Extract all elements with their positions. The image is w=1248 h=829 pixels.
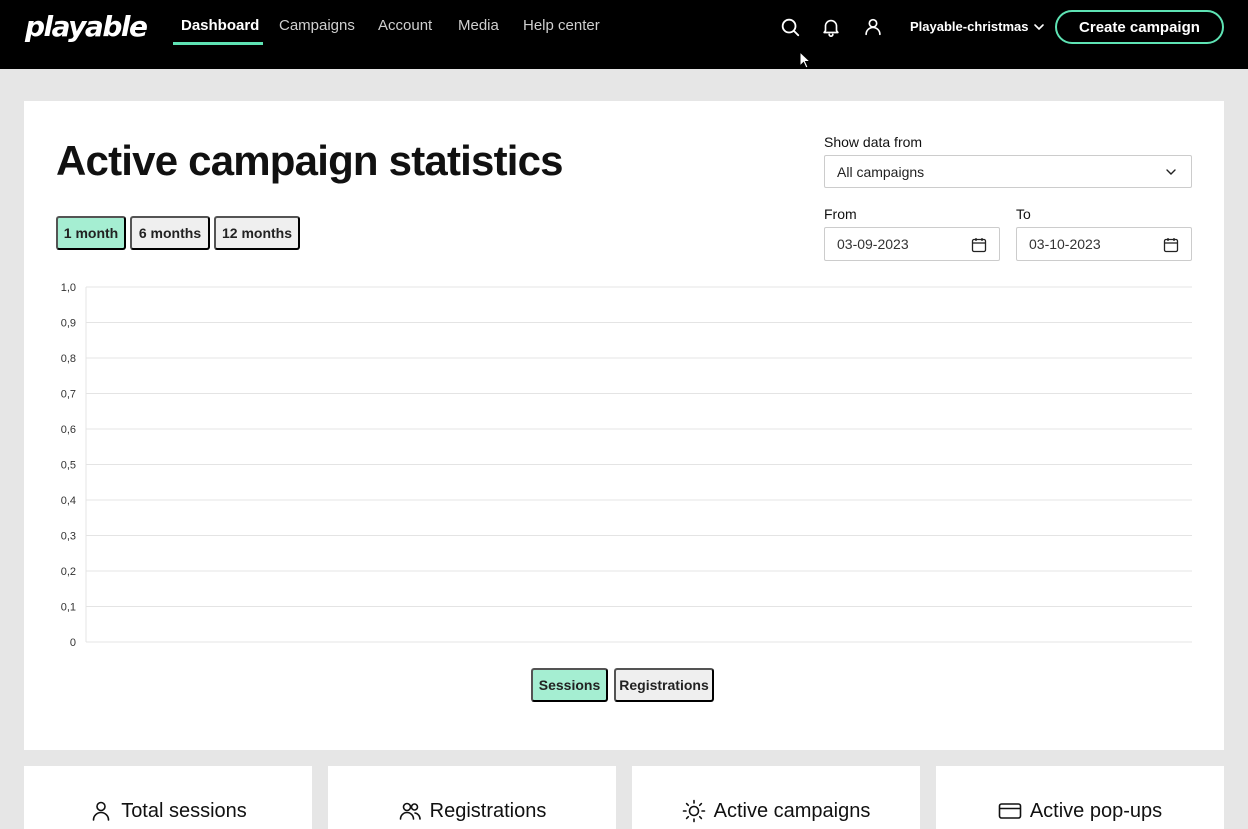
search-icon[interactable] xyxy=(779,16,801,38)
campaign-select[interactable]: All campaigns xyxy=(824,155,1192,188)
stat-label: Active pop-ups xyxy=(1029,799,1163,822)
from-label: From xyxy=(824,206,857,222)
playable-logo[interactable]: playable xyxy=(25,10,148,43)
y-tick-label: 1,0 xyxy=(61,282,76,294)
top-navigation-bar: playable Dashboard Campaigns Account Med… xyxy=(0,0,1248,69)
to-date-value: 03-10-2023 xyxy=(1029,236,1101,252)
calendar-icon[interactable] xyxy=(1163,237,1179,253)
y-tick-label: 0,4 xyxy=(61,495,76,507)
mouse-cursor-icon xyxy=(799,51,812,69)
campaign-select-value: All campaigns xyxy=(837,163,925,180)
total-sessions-card: Total sessions xyxy=(24,766,312,829)
to-label: To xyxy=(1016,206,1031,222)
range-12-months-button[interactable]: 12 months xyxy=(214,216,300,250)
y-tick-label: 0,2 xyxy=(61,566,76,578)
legend-sessions-button[interactable]: Sessions xyxy=(531,668,608,702)
nav-account[interactable]: Account xyxy=(378,17,432,34)
account-name: Playable-christmas xyxy=(910,19,1029,34)
calendar-icon[interactable] xyxy=(971,237,987,253)
nav-help-center[interactable]: Help center xyxy=(523,17,600,34)
y-tick-label: 0,1 xyxy=(61,602,76,614)
from-date-value: 03-09-2023 xyxy=(837,236,909,252)
stat-label: Registrations xyxy=(429,799,547,822)
account-selector[interactable]: Playable-christmas xyxy=(910,19,1045,34)
stat-label: Total sessions xyxy=(121,799,247,822)
statistics-card: Active campaign statistics 1 month 6 mon… xyxy=(24,101,1224,750)
users-icon xyxy=(399,802,421,820)
y-tick-label: 0 xyxy=(70,637,76,649)
show-data-from-label: Show data from xyxy=(824,134,923,150)
y-tick-label: 0,6 xyxy=(61,424,76,436)
nav-media[interactable]: Media xyxy=(458,17,499,34)
nav-active-indicator xyxy=(173,42,263,45)
card-icon xyxy=(998,803,1022,819)
nav-campaigns[interactable]: Campaigns xyxy=(279,17,355,34)
active-campaigns-card: Active campaigns xyxy=(632,766,920,829)
to-date-input[interactable]: 03-10-2023 xyxy=(1016,227,1192,261)
y-tick-label: 0,8 xyxy=(61,353,76,365)
bell-icon[interactable] xyxy=(820,16,842,38)
nav-dashboard[interactable]: Dashboard xyxy=(181,17,259,34)
chevron-down-icon xyxy=(1166,169,1176,175)
legend-registrations-button[interactable]: Registrations xyxy=(614,668,714,702)
chevron-down-icon xyxy=(1033,23,1044,30)
page-title: Active campaign statistics xyxy=(56,137,564,184)
from-date-input[interactable]: 03-09-2023 xyxy=(824,227,1000,261)
y-tick-label: 0,7 xyxy=(61,389,76,401)
y-tick-label: 0,9 xyxy=(61,318,76,330)
active-popups-card: Active pop-ups xyxy=(936,766,1224,829)
create-campaign-button[interactable]: Create campaign xyxy=(1055,10,1224,44)
stat-label: Active campaigns xyxy=(713,799,871,822)
y-tick-label: 0,3 xyxy=(61,531,76,543)
range-6-months-button[interactable]: 6 months xyxy=(130,216,210,250)
user-icon xyxy=(92,801,110,821)
registrations-card: Registrations xyxy=(328,766,616,829)
range-1-month-button[interactable]: 1 month xyxy=(56,216,126,250)
y-tick-label: 0,5 xyxy=(61,460,76,472)
statistics-chart: 0 0,1 0,2 0,3 0,4 0,5 0,6 0,7 0,8 0,9 1,0 xyxy=(61,282,1192,649)
user-icon[interactable] xyxy=(862,16,884,38)
sun-icon xyxy=(682,799,705,823)
